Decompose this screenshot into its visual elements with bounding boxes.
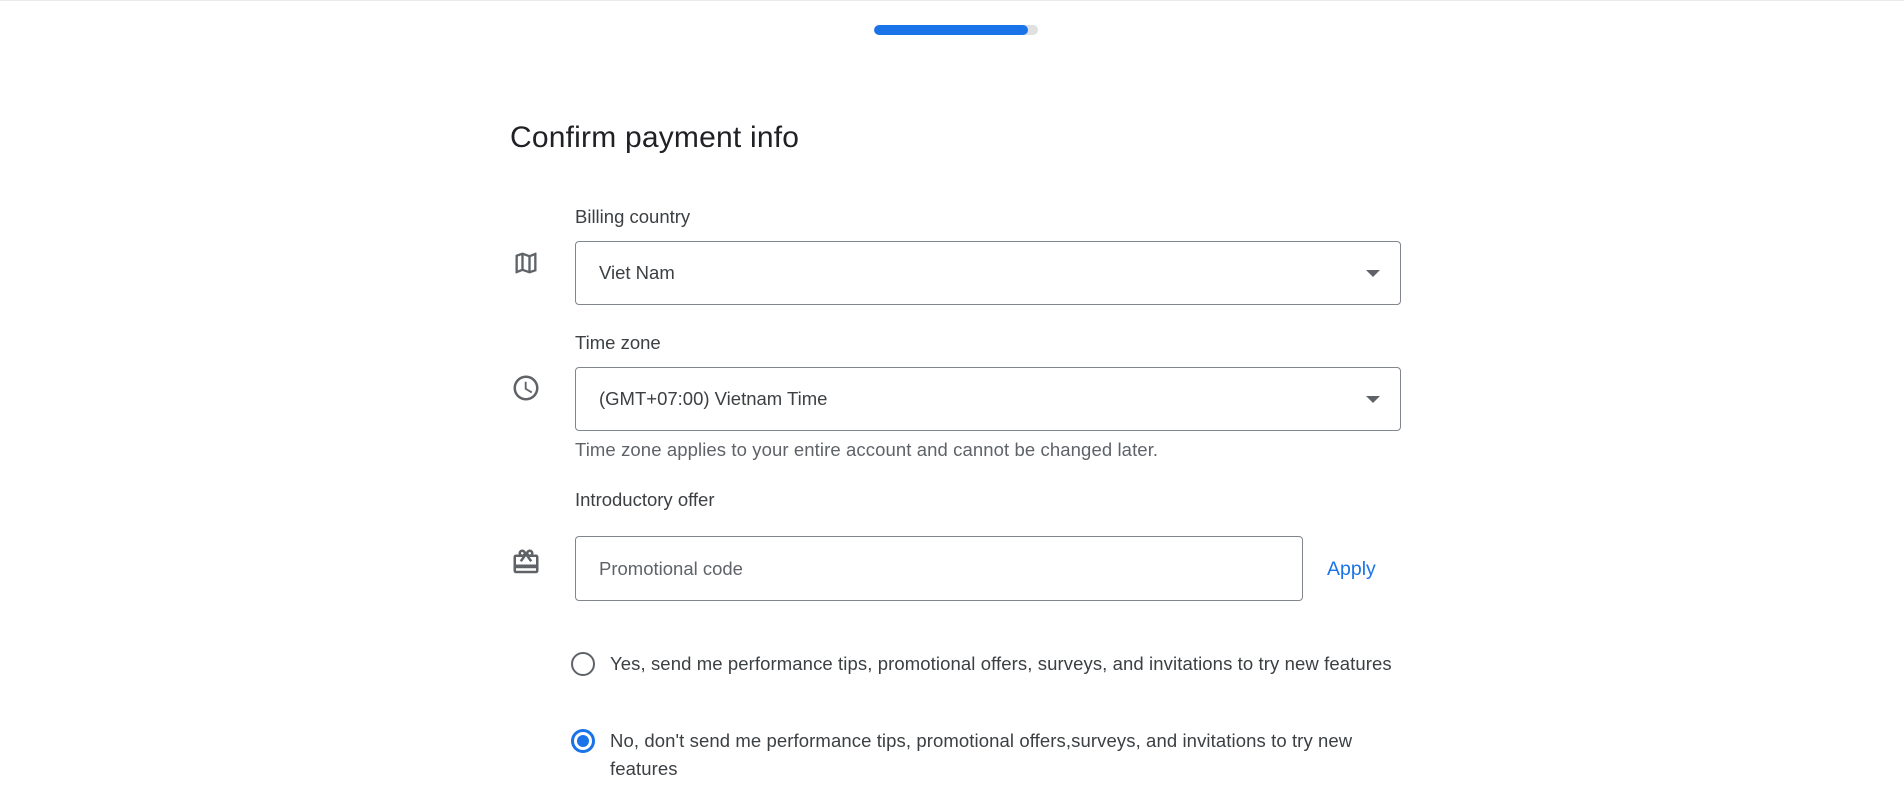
map-icon — [511, 248, 541, 278]
promotional-code-input[interactable] — [575, 536, 1303, 601]
email-pref-yes-label: Yes, send me performance tips, promotion… — [610, 653, 1392, 674]
progress-bar-fill — [874, 25, 1029, 35]
introductory-offer-label: Introductory offer — [575, 489, 715, 510]
time-zone-value: (GMT+07:00) Vietnam Time — [599, 388, 828, 409]
email-pref-no-label: No, don't send me performance tips, prom… — [610, 730, 1353, 779]
billing-country-value: Viet Nam — [599, 262, 675, 283]
time-zone-helper-text: Time zone applies to your entire account… — [575, 439, 1159, 460]
email-pref-yes-option[interactable]: Yes, send me performance tips, promotion… — [571, 650, 1411, 678]
apply-button[interactable]: Apply — [1313, 553, 1390, 585]
radio-button-no[interactable] — [571, 729, 595, 753]
billing-country-label: Billing country — [575, 206, 691, 227]
chevron-down-icon — [1366, 396, 1380, 403]
progress-bar — [874, 25, 1038, 35]
billing-country-select[interactable]: Viet Nam — [575, 241, 1401, 305]
time-zone-select[interactable]: (GMT+07:00) Vietnam Time — [575, 367, 1401, 431]
radio-button-yes[interactable] — [571, 652, 595, 676]
email-pref-no-option[interactable]: No, don't send me performance tips, prom… — [571, 727, 1411, 783]
gift-card-icon — [511, 547, 541, 577]
page-title: Confirm payment info — [510, 121, 800, 154]
chevron-down-icon — [1366, 270, 1380, 277]
top-divider — [0, 0, 1904, 1]
time-zone-label: Time zone — [575, 332, 661, 353]
clock-icon — [511, 373, 541, 403]
